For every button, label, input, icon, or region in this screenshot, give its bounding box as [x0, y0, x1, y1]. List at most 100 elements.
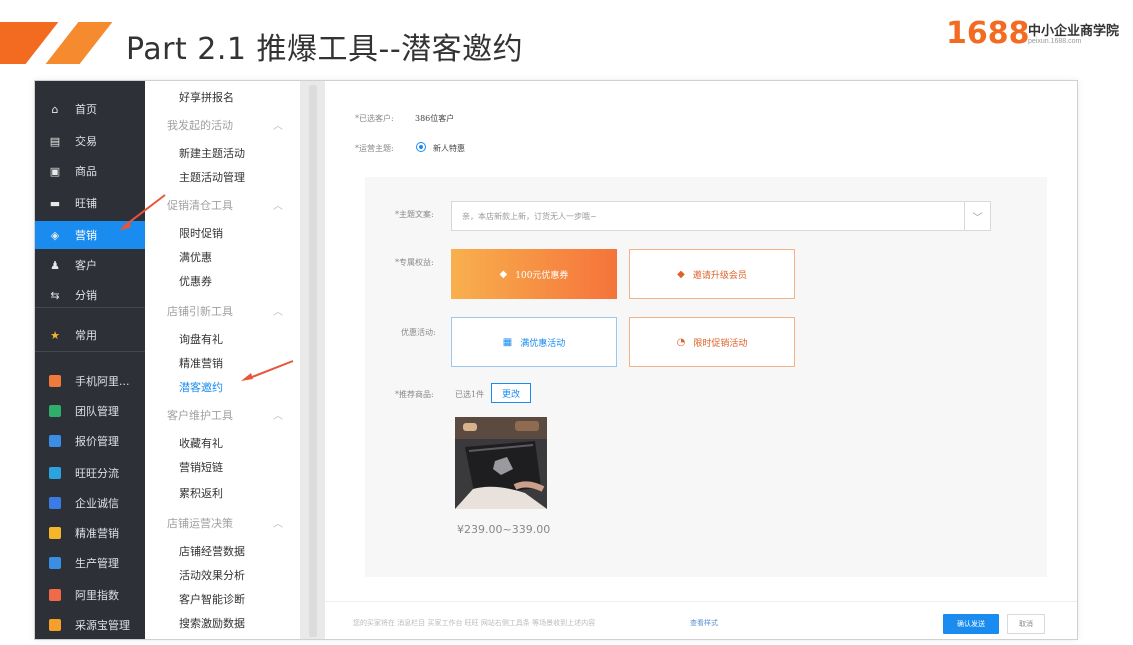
submenu-group-acquisition-tools[interactable]: 店铺引新工具 ︿	[167, 303, 291, 319]
nav-item-16[interactable]: 采源宝管理	[35, 611, 145, 639]
submenu-item-theme-manage[interactable]: 主题活动管理	[179, 169, 245, 185]
nav-item-2[interactable]: ▣ 商品	[35, 157, 145, 185]
brand-logo-url: peixun.1688.com	[1028, 38, 1082, 45]
submenu-item-haoxiangpin[interactable]: 好享拼报名	[179, 89, 234, 105]
submenu-item-shop-data[interactable]: 店铺经营数据	[179, 543, 245, 559]
promo-activity-label: 优惠活动:	[401, 328, 436, 337]
submenu-item-activity-analysis[interactable]: 活动效果分析	[179, 567, 245, 583]
nav-item-label: 手机阿里...	[75, 375, 130, 388]
clock-icon: ◔	[676, 336, 686, 348]
header-decoration-stripe-small	[45, 22, 113, 64]
nav-item-15[interactable]: 阿里指数	[35, 581, 145, 609]
theme-copy-label: *主题文案:	[395, 210, 434, 219]
recommended-product-label: *推荐商品:	[395, 390, 434, 399]
production-icon	[49, 557, 61, 569]
nav-divider	[35, 307, 145, 308]
scrollbar-track[interactable]	[309, 85, 317, 637]
target-icon	[49, 527, 61, 539]
nav-item-label: 精准营销	[75, 527, 119, 540]
preview-style-link[interactable]: 查看样式	[690, 618, 718, 628]
nav-item-10[interactable]: 报价管理	[35, 427, 145, 455]
product-price-range: ¥239.00~339.00	[457, 523, 551, 536]
chevron-up-icon: ︿	[273, 519, 283, 530]
nav-item-0[interactable]: ⌂ 首页	[35, 95, 145, 123]
nav-item-label: 团队管理	[75, 405, 119, 418]
product-thumbnail[interactable]	[455, 417, 547, 509]
submenu-item-full-discount[interactable]: 满优惠	[179, 249, 212, 265]
shop-icon: ▬	[49, 196, 61, 210]
nav-item-label: 首页	[75, 103, 97, 116]
cancel-button[interactable]: 取消	[1007, 614, 1045, 634]
source-icon	[49, 619, 61, 631]
nav-item-11[interactable]: 旺旺分流	[35, 459, 145, 487]
app-screenshot: ⌂ 首页 ▤ 交易 ▣ 商品 ▬ 旺铺 ◈ 营销 ♟ 客户 ⇆ 分销 ★ 常用手机阿里... 团队管理报价管理旺…	[34, 80, 1078, 640]
user-icon: ♟	[50, 258, 60, 272]
nav-item-1[interactable]: ▤ 交易	[35, 127, 145, 155]
coupon-benefit-card[interactable]: ◆ 100元优惠券	[451, 249, 617, 299]
submenu-item-limited-promo[interactable]: 限时促销	[179, 225, 223, 241]
brand-logo-name: 中小企业商学院	[1028, 24, 1120, 39]
submenu-item-customer-diagnosis[interactable]: 客户智能诊断	[179, 591, 245, 607]
nav-item-6[interactable]: ⇆ 分销	[35, 281, 145, 309]
nav-item-4[interactable]: ◈ 营销	[35, 221, 145, 249]
theme-radio-selected[interactable]	[416, 142, 426, 152]
nav-item-label: 商品	[75, 165, 97, 178]
diamond-icon: ◆	[677, 268, 685, 280]
wangwang-icon	[49, 467, 61, 479]
document-icon: ▤	[49, 134, 61, 148]
nav-item-label: 常用	[75, 329, 97, 342]
chevron-down-icon[interactable]: ﹀	[964, 202, 990, 230]
chevron-up-icon: ︿	[273, 411, 283, 422]
brand-logo-number: 1688	[946, 16, 1030, 51]
limited-promo-label: 限时促销活动	[693, 338, 748, 349]
submenu-item-search-incentive[interactable]: 搜索激励数据	[179, 615, 245, 631]
sidebar-scrollbar[interactable]	[301, 81, 325, 639]
theme-copy-select[interactable]: 亲，本店新款上新，订货无人一步哦~ ﹀	[451, 201, 991, 231]
invite-form: *已选客户: 386位客户 *运营主题: 新人特惠 *主题文案: 亲，本店新款上…	[325, 81, 1077, 639]
submenu-item-rebate[interactable]: 累积返利	[179, 485, 223, 501]
nav-item-label: 企业诚信	[75, 497, 119, 510]
slide-header: Part 2.1 推爆工具--潜客邀约 1688 中小企业商学院 peixun.…	[0, 0, 1133, 72]
marketing-submenu: 好享拼报名 我发起的活动 ︿ 新建主题活动 主题活动管理 促销清仓工具 ︿ 限时促销…	[145, 81, 301, 639]
nav-item-12[interactable]: 企业诚信	[35, 489, 145, 517]
nav-item-9[interactable]: 团队管理	[35, 397, 145, 425]
nav-item-8[interactable]: 手机阿里...	[35, 367, 145, 395]
nav-item-label: 阿里指数	[75, 589, 119, 602]
limited-promo-card[interactable]: ◔ 限时促销活动	[629, 317, 795, 367]
nav-item-label: 生产管理	[75, 557, 119, 570]
submenu-item-precision-marketing[interactable]: 精准营销	[179, 355, 223, 371]
nav-item-7[interactable]: ★ 常用	[35, 321, 145, 349]
submenu-group-promo-tools[interactable]: 促销清仓工具 ︿	[167, 197, 291, 213]
invite-settings-panel: *主题文案: 亲，本店新款上新，订货无人一步哦~ ﹀ *专属权益: ◆ 100元优…	[365, 177, 1047, 577]
home-icon: ⌂	[51, 102, 59, 116]
nav-item-label: 客户	[75, 259, 97, 272]
submenu-group-customer-tools[interactable]: 客户维护工具 ︿	[167, 407, 291, 423]
nav-item-14[interactable]: 生产管理	[35, 549, 145, 577]
chevron-up-icon: ︿	[273, 121, 283, 132]
submenu-item-short-link[interactable]: 营销短链	[179, 459, 223, 475]
chevron-up-icon: ︿	[273, 307, 283, 318]
nav-item-label: 分销	[75, 289, 97, 302]
change-product-button[interactable]: 更改	[491, 383, 531, 403]
theme-copy-value: 亲，本店新款上新，订货无人一步哦~	[462, 212, 597, 221]
tag-icon: ◈	[50, 228, 60, 242]
upgrade-member-card[interactable]: ◆ 邀请升级会员	[629, 249, 795, 299]
nav-divider	[35, 351, 145, 352]
mobile-app-icon	[49, 375, 61, 387]
submenu-item-coupon[interactable]: 优惠券	[179, 273, 212, 289]
operation-theme-value: 新人特惠	[433, 144, 465, 153]
nav-item-label: 报价管理	[75, 435, 119, 448]
diamond-icon: ◆	[499, 268, 508, 280]
submenu-group-operation-decision[interactable]: 店铺运营决策 ︿	[167, 515, 291, 531]
confirm-send-button[interactable]: 确认发送	[943, 614, 999, 634]
nav-item-5[interactable]: ♟ 客户	[35, 251, 145, 279]
submenu-item-potential-invite[interactable]: 潜客邀约	[179, 379, 223, 395]
nav-item-3[interactable]: ▬ 旺铺	[35, 189, 145, 217]
submenu-group-my-activities[interactable]: 我发起的活动 ︿	[167, 117, 291, 133]
submenu-item-new-theme[interactable]: 新建主题活动	[179, 145, 245, 161]
nav-item-13[interactable]: 精准营销	[35, 519, 145, 547]
product-bag-image	[455, 417, 547, 509]
full-discount-card[interactable]: ▦ 满优惠活动	[451, 317, 617, 367]
submenu-item-favorite-gift[interactable]: 收藏有礼	[179, 435, 223, 451]
submenu-item-inquiry-gift[interactable]: 询盘有礼	[179, 331, 223, 347]
